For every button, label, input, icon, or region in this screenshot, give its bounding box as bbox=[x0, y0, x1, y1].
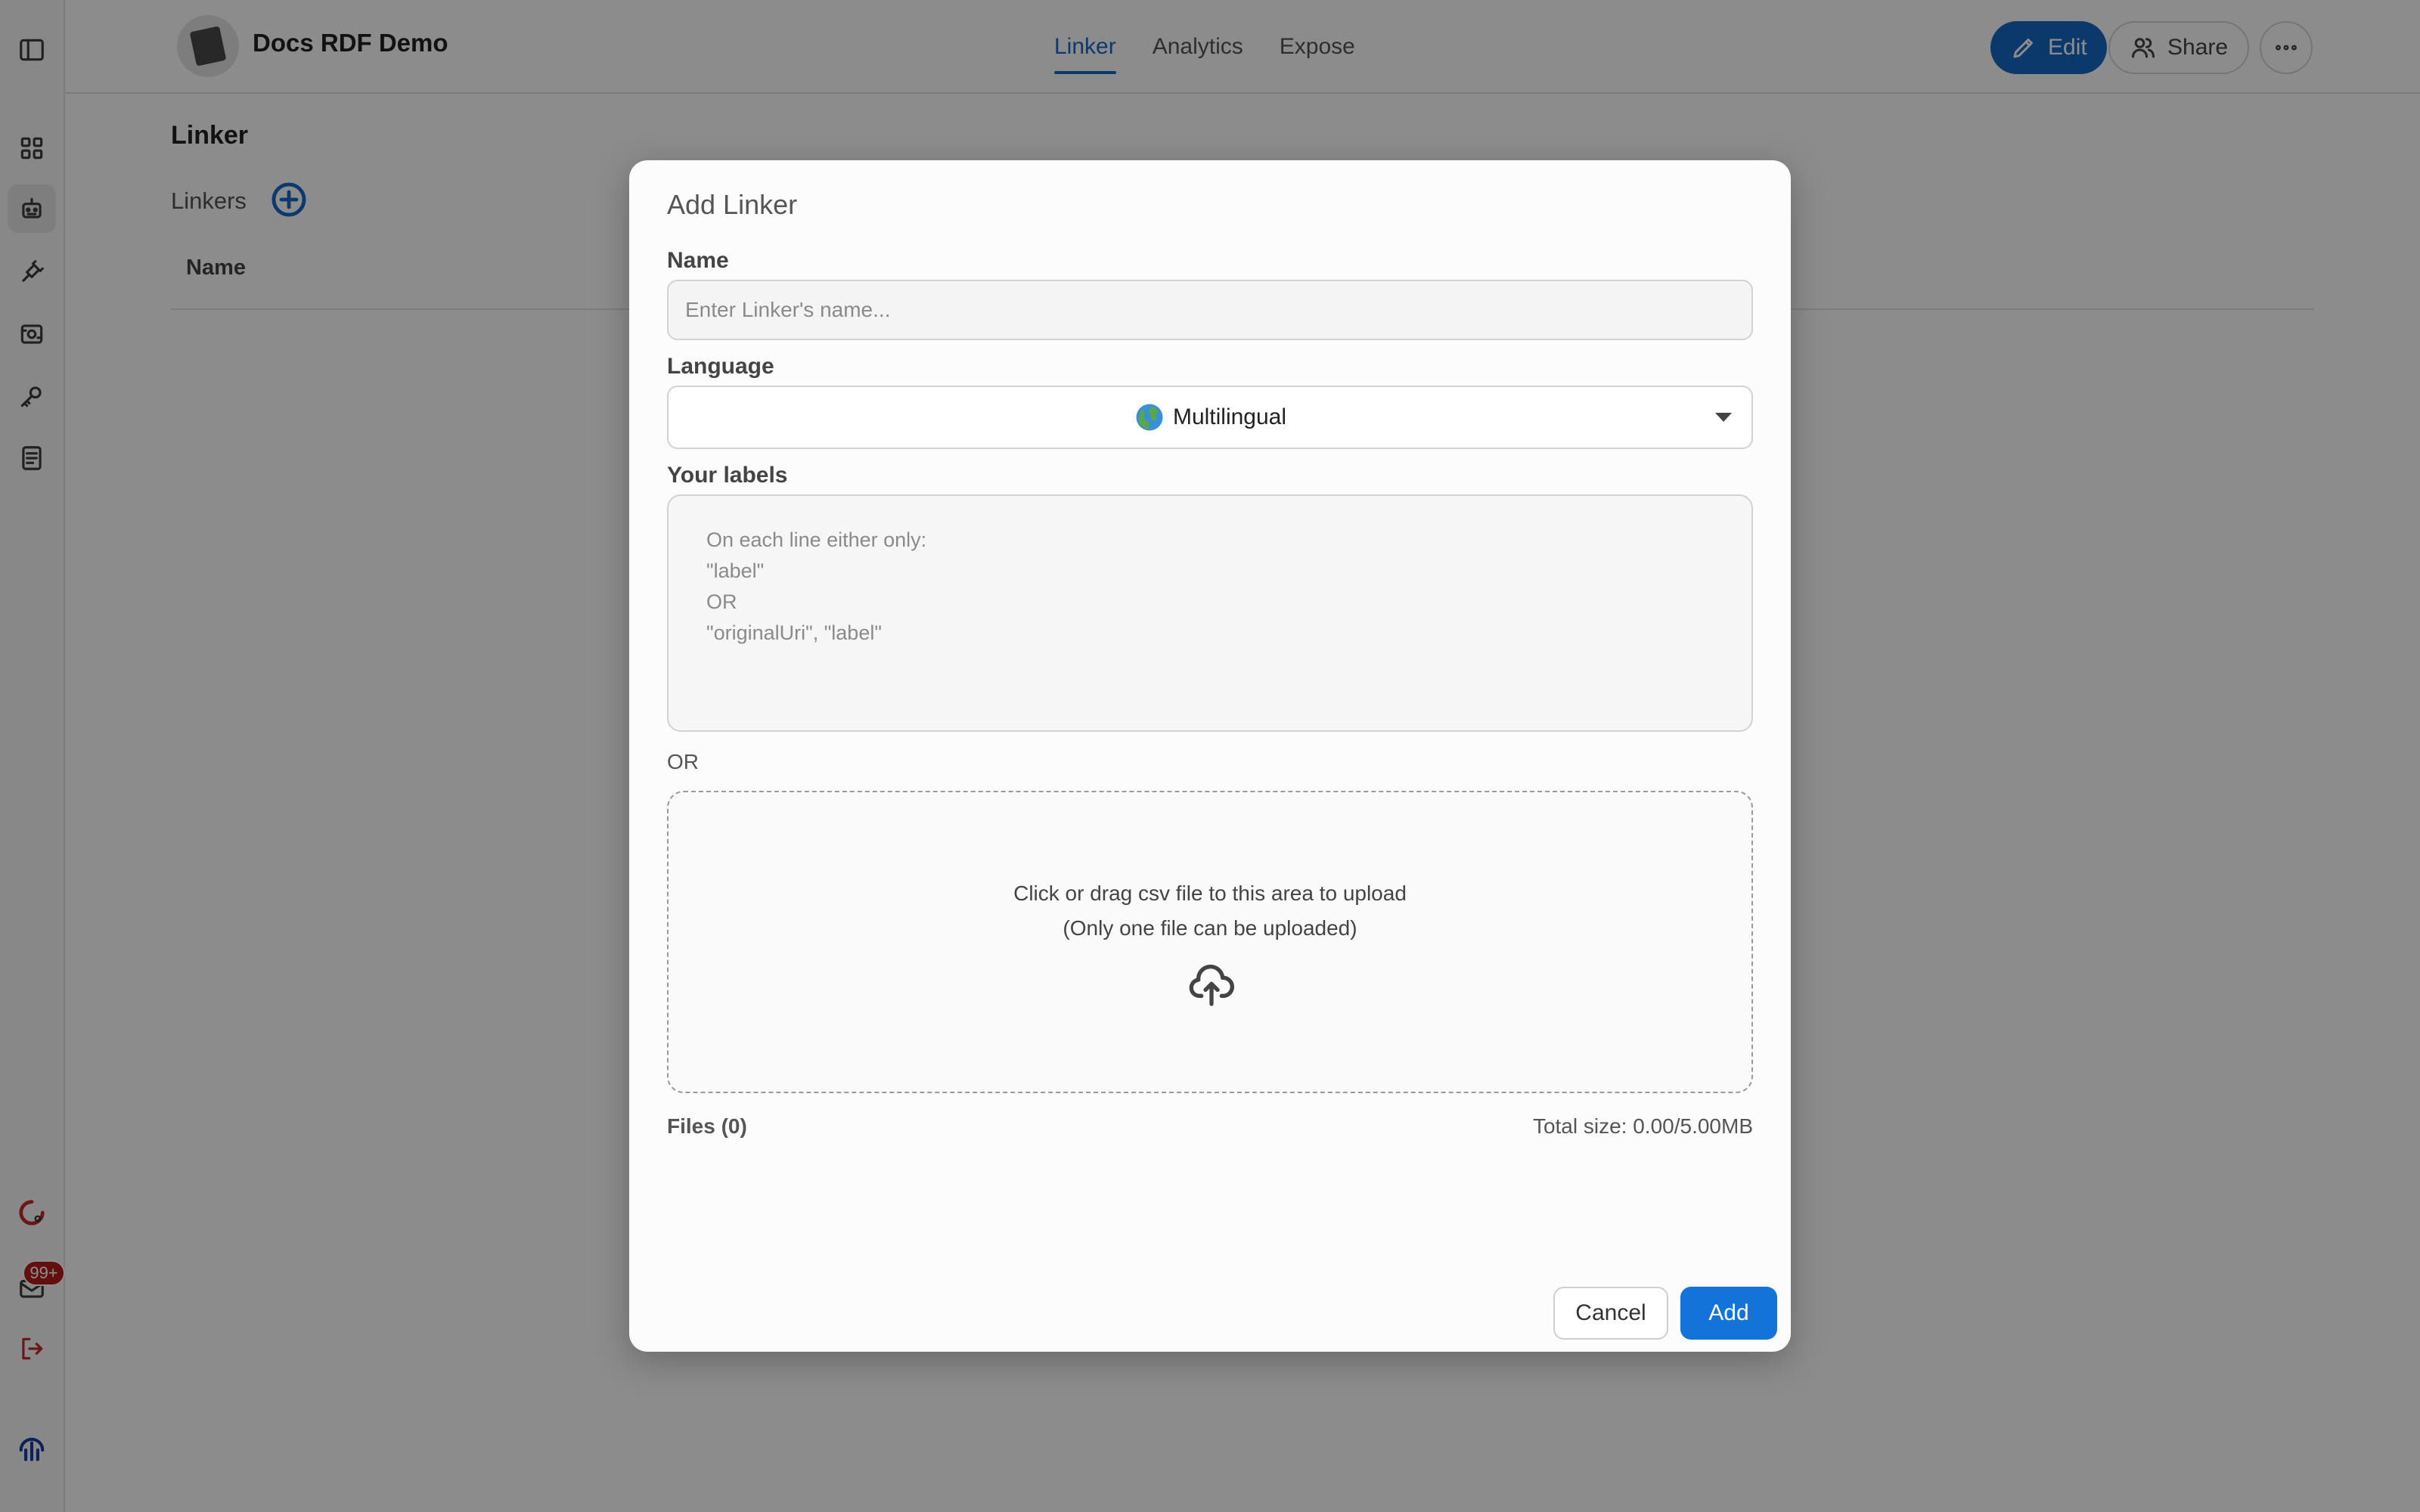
labels-textarea[interactable]: On each line either only: "label" OR "or… bbox=[667, 494, 1753, 732]
cancel-button[interactable]: Cancel bbox=[1553, 1287, 1668, 1340]
chevron-down-icon bbox=[1715, 413, 1732, 422]
name-input[interactable] bbox=[667, 280, 1753, 340]
language-label: Language bbox=[667, 354, 774, 379]
name-label: Name bbox=[667, 248, 729, 273]
labels-placeholder-line: "label" bbox=[706, 559, 765, 582]
language-select-value: Multilingual bbox=[1172, 404, 1287, 429]
total-size: Total size: 0.00/5.00MB bbox=[1532, 1114, 1753, 1138]
modal-title: Add Linker bbox=[667, 189, 798, 220]
labels-placeholder-line: On each line either only: bbox=[706, 528, 927, 551]
csv-upload-dropzone[interactable]: Click or drag csv file to this area to u… bbox=[667, 791, 1753, 1093]
files-count: Files (0) bbox=[667, 1114, 747, 1138]
globe-icon bbox=[1136, 404, 1163, 431]
labels-placeholder-line: "originalUri", "label" bbox=[706, 621, 882, 644]
dropzone-instruction: Click or drag csv file to this area to u… bbox=[1013, 881, 1407, 905]
or-separator: OR bbox=[667, 750, 699, 773]
labels-placeholder-line: OR bbox=[706, 590, 737, 613]
labels-label: Your labels bbox=[667, 463, 788, 488]
cloud-upload-icon bbox=[1187, 962, 1236, 1010]
add-linker-modal: Add Linker Name Language Multilingual Yo… bbox=[629, 160, 1791, 1352]
add-button[interactable]: Add bbox=[1680, 1287, 1777, 1340]
language-select[interactable]: Multilingual bbox=[667, 386, 1753, 449]
dropzone-hint: (Only one file can be uploaded) bbox=[1063, 916, 1357, 940]
